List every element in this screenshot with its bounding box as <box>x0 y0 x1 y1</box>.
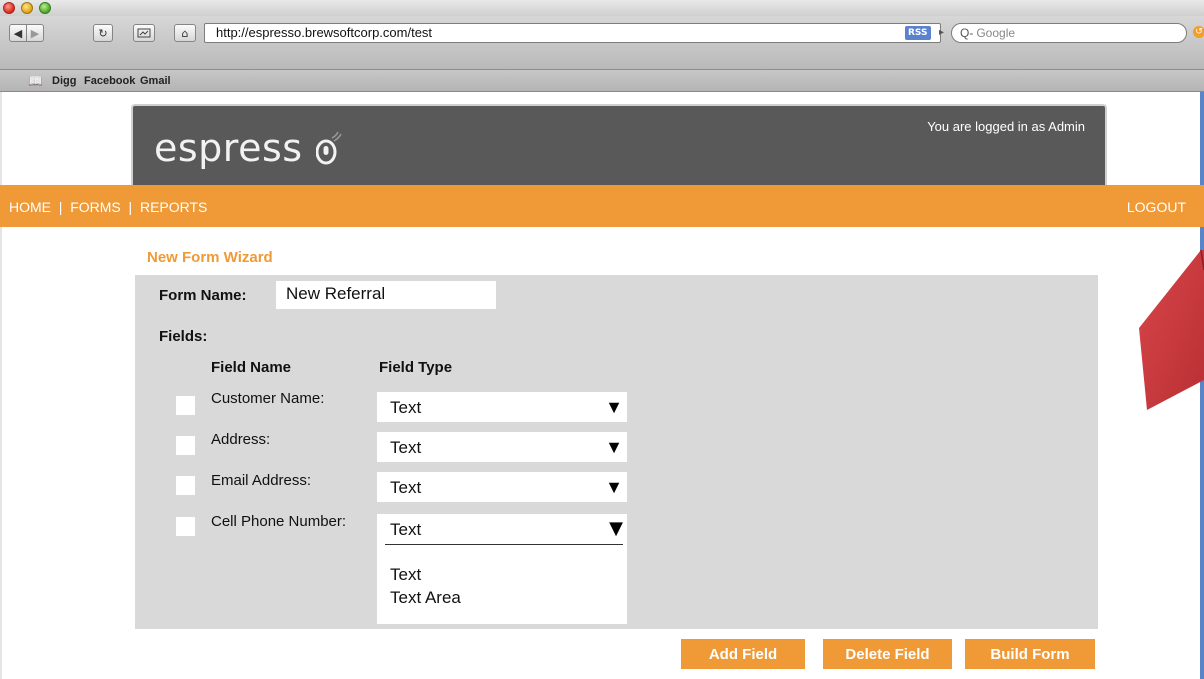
field-type-select[interactable]: Text ▼ <box>377 472 627 502</box>
field-row-checkbox[interactable] <box>176 396 195 415</box>
snapback-go-icon[interactable]: ↺ <box>1193 26 1204 38</box>
dropdown-option-text-area[interactable]: Text Area <box>390 588 461 608</box>
form-name-label: Form Name: <box>159 287 247 304</box>
form-name-value: New Referral <box>286 284 386 303</box>
delete-field-label: Delete Field <box>845 645 930 663</box>
field-type-value: Text <box>390 478 422 497</box>
field-type-select[interactable]: Text ▼ <box>377 432 627 462</box>
field-type-value: Text <box>390 398 422 417</box>
home-icon: ⌂ <box>181 26 189 40</box>
dropdown-arrow-icon: ▼ <box>605 477 623 497</box>
field-type-select[interactable]: Text ▼ <box>377 392 627 422</box>
bookmark-facebook[interactable]: Facebook <box>84 75 135 87</box>
nav-home-link[interactable]: HOME <box>9 199 51 215</box>
rss-menu-icon[interactable]: ▸ <box>939 27 944 38</box>
field-row-checkbox[interactable] <box>176 436 195 455</box>
bookmark-gmail[interactable]: Gmail <box>140 75 171 87</box>
address-bar[interactable]: http://espresso.brewsoftcorp.com/test <box>204 23 941 43</box>
forward-arrow-icon: ▶ <box>30 26 40 40</box>
close-window-icon[interactable] <box>3 2 15 14</box>
search-placeholder: Google <box>976 26 1016 40</box>
reload-button[interactable]: ↻ <box>93 24 113 42</box>
dropdown-arrow-icon: ▼ <box>609 518 623 539</box>
nav-separator <box>132 199 136 215</box>
back-arrow-icon: ◀ <box>13 26 23 40</box>
dropdown-arrow-icon: ▼ <box>605 397 623 417</box>
nav-separator <box>62 199 66 215</box>
dropdown-option-text[interactable]: Text <box>390 565 421 585</box>
wizard-title: New Form Wizard <box>147 249 273 266</box>
column-header-field-name: Field Name <box>211 359 292 376</box>
nav-forms-link[interactable]: FORMS <box>70 199 121 215</box>
logout-link[interactable]: LOGOUT <box>1127 199 1186 215</box>
delete-field-button[interactable]: Delete Field <box>823 639 952 669</box>
site-header: espress You are logged in as Admin <box>131 104 1107 185</box>
bookmarks-bar: 📖 Digg Facebook Gmail <box>0 70 1204 92</box>
snapback-icon <box>137 28 151 38</box>
add-field-label: Add Field <box>708 645 778 663</box>
fields-label: Fields: <box>159 328 208 345</box>
build-form-button[interactable]: Build Form <box>965 639 1095 669</box>
form-name-input[interactable]: New Referral <box>276 281 496 309</box>
field-type-value: Text <box>390 438 422 457</box>
minimize-window-icon[interactable] <box>21 2 33 14</box>
site-logo: espress <box>154 126 303 170</box>
snapback-button[interactable] <box>133 24 155 42</box>
window-left-edge <box>0 92 2 679</box>
search-icon: Q- <box>960 26 974 40</box>
build-form-label: Build Form <box>990 645 1070 663</box>
field-type-select-open[interactable]: Text ▼ Text Text Area <box>377 514 627 624</box>
browser-titlebar <box>0 0 1204 16</box>
field-name-label: Customer Name: <box>211 390 325 407</box>
zoom-window-icon[interactable] <box>39 2 51 14</box>
forward-button[interactable]: ▶ <box>27 24 44 42</box>
login-status: You are logged in as Admin <box>927 119 1085 134</box>
field-type-value: Text <box>390 520 422 539</box>
espresso-cup-logo-icon <box>316 131 342 165</box>
bookmark-digg[interactable]: Digg <box>52 75 76 87</box>
url-text: http://espresso.brewsoftcorp.com/test <box>216 25 433 40</box>
bookmarks-book-icon[interactable]: 📖 <box>28 74 43 88</box>
main-nav: HOME | FORMS | REPORTS LOGOUT <box>0 185 1204 227</box>
field-name-label: Cell Phone Number: <box>211 513 347 530</box>
field-row-checkbox[interactable] <box>176 476 195 495</box>
dropdown-arrow-icon: ▼ <box>605 437 623 457</box>
field-name-label: Address: <box>211 431 271 448</box>
nav-reports-link[interactable]: REPORTS <box>140 199 207 215</box>
dropdown-divider <box>385 544 623 545</box>
reload-icon: ↻ <box>98 26 108 40</box>
search-field[interactable]: Q- Google <box>951 23 1187 43</box>
field-row-checkbox[interactable] <box>176 517 195 536</box>
annotation-pointer-arrow <box>1139 250 1204 410</box>
back-button[interactable]: ◀ <box>9 24 27 42</box>
add-field-button[interactable]: Add Field <box>681 639 805 669</box>
home-button[interactable]: ⌂ <box>174 24 196 42</box>
field-name-label: Email Address: <box>211 472 312 489</box>
column-header-field-type: Field Type <box>379 359 453 376</box>
rss-badge[interactable]: RSS <box>905 26 931 40</box>
